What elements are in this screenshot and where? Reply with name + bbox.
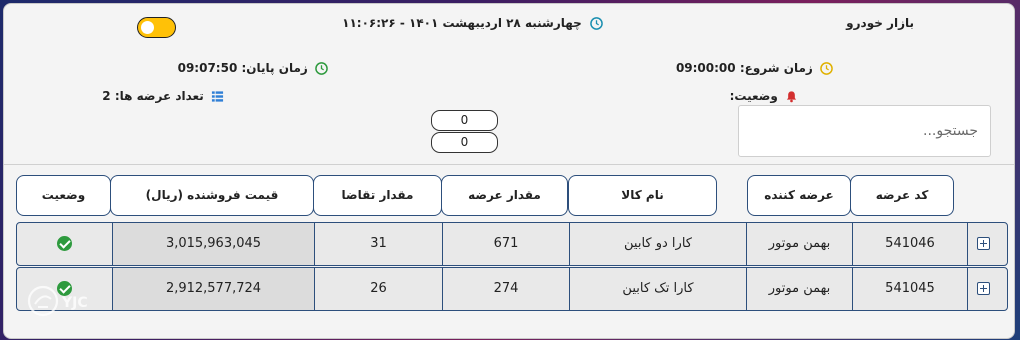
offer-count-value: 2 (102, 89, 111, 103)
product-cell: کارا دو کابین (569, 223, 746, 265)
start-time-value: 09:00:00 (675, 61, 736, 75)
status-label: وضعیت: (729, 89, 778, 103)
start-time-label: زمان شروع: (739, 61, 813, 75)
yjc-watermark-logo: YJC (27, 285, 88, 317)
clock-icon (590, 17, 603, 30)
counter-top: 0 (431, 110, 498, 131)
end-time-value: 09:07:50 (177, 61, 238, 75)
product-cell: کارا تک کابین (569, 268, 746, 310)
table-row[interactable]: 3,015,963,045 31 671 کارا دو کابین بهمن … (16, 222, 1008, 266)
start-time: زمان شروع: 09:00:00 (676, 61, 833, 75)
clock-icon (315, 62, 328, 75)
clock-icon (820, 62, 833, 75)
header-offer-code[interactable]: کد عرضه (850, 175, 954, 216)
expand-row-icon[interactable] (977, 237, 990, 250)
offer-count-label: تعداد عرضه ها: (114, 89, 204, 103)
datetime-text: چهارشنبه ۲۸ اردیبهشت ۱۴۰۱ - ۱۱:۰۶:۲۶ (342, 16, 582, 30)
datetime-display: چهارشنبه ۲۸ اردیبهشت ۱۴۰۱ - ۱۱:۰۶:۲۶ (342, 16, 603, 30)
counter-bottom: 0 (431, 132, 498, 153)
market-title: بازار خودرو (846, 16, 914, 30)
offer-code-cell: 541045 (852, 268, 967, 310)
offer-count: تعداد عرضه ها: 2 (102, 89, 224, 103)
header-supply-qty[interactable]: مقدار عرضه (441, 175, 568, 216)
sale-price-cell: 3,015,963,045 (112, 223, 314, 265)
header-supplier[interactable]: عرضه کننده (747, 175, 851, 216)
sale-price-cell: 2,912,577,724 (112, 268, 314, 310)
header-status[interactable]: وضعیت (16, 175, 111, 216)
check-icon (57, 236, 72, 251)
divider (4, 164, 1014, 165)
watermark-text: YJC (61, 295, 88, 311)
header-product[interactable]: نام کالا (568, 175, 717, 216)
offer-code-cell: 541046 (852, 223, 967, 265)
list-icon (211, 91, 224, 102)
bell-icon (786, 91, 797, 103)
search-input[interactable] (738, 105, 991, 157)
end-time: زمان پایان: 09:07:50 (178, 61, 328, 75)
supplier-cell: بهمن موتور (746, 268, 852, 310)
demand-qty-cell: 31 (314, 223, 442, 265)
demand-qty-cell: 26 (314, 268, 442, 310)
theme-toggle[interactable] (137, 17, 176, 38)
expand-row-icon[interactable] (977, 282, 990, 295)
toggle-knob (141, 21, 154, 34)
status-cell (17, 223, 112, 265)
supply-qty-cell: 274 (442, 268, 569, 310)
header-demand-qty[interactable]: مقدار تقاضا (313, 175, 442, 216)
header-sale-price[interactable]: قیمت فروشنده (ریال) (110, 175, 314, 216)
auction-panel: بازار خودرو چهارشنبه ۲۸ اردیبهشت ۱۴۰۱ - … (3, 3, 1015, 339)
supply-qty-cell: 671 (442, 223, 569, 265)
status: وضعیت: (730, 89, 798, 103)
supplier-cell: بهمن موتور (746, 223, 852, 265)
end-time-label: زمان پایان: (241, 61, 308, 75)
table-row[interactable]: 2,912,577,724 26 274 کارا تک کابین بهمن … (16, 267, 1008, 311)
